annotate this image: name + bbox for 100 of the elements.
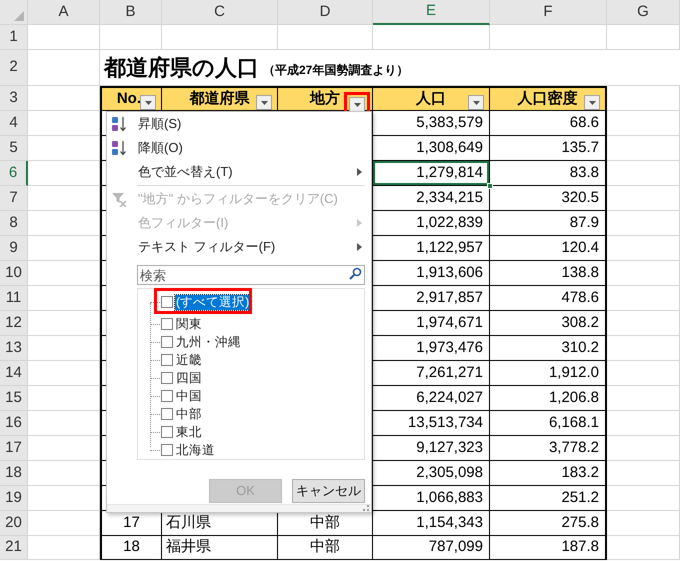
row-header[interactable]: 8 bbox=[0, 211, 28, 236]
table-cell[interactable]: 1,973,476 bbox=[373, 336, 490, 361]
grid-cell[interactable] bbox=[28, 236, 100, 261]
row-header[interactable]: 3 bbox=[0, 86, 28, 111]
grid-cell[interactable] bbox=[607, 161, 680, 186]
grid-cell[interactable] bbox=[28, 536, 100, 560]
grid-cell[interactable] bbox=[0, 0, 28, 25]
table-cell[interactable]: 251.2 bbox=[490, 486, 607, 511]
grid-cell[interactable] bbox=[28, 411, 100, 436]
row-header[interactable]: 11 bbox=[0, 286, 28, 311]
table-cell[interactable]: 1,308,649 bbox=[373, 136, 490, 161]
select-all-icon[interactable] bbox=[14, 11, 24, 21]
grid-cell[interactable] bbox=[162, 25, 278, 50]
grid-cell[interactable] bbox=[607, 136, 680, 161]
table-cell[interactable]: 308.2 bbox=[490, 311, 607, 336]
checkbox[interactable] bbox=[161, 372, 173, 384]
grid-cell[interactable] bbox=[607, 361, 680, 386]
grid-cell[interactable] bbox=[28, 286, 100, 311]
header-cell[interactable]: 都道府県 bbox=[162, 86, 278, 111]
resize-grip-icon[interactable] bbox=[363, 505, 369, 511]
menu-item[interactable]: テキスト フィルター(F) bbox=[107, 235, 371, 259]
checkbox[interactable] bbox=[161, 336, 173, 348]
grid-cell[interactable] bbox=[607, 461, 680, 486]
list-item[interactable]: 近畿 bbox=[175, 352, 203, 368]
row-header[interactable]: 18 bbox=[0, 461, 28, 486]
table-cell[interactable]: 18 bbox=[100, 536, 162, 560]
table-cell[interactable]: 1,154,343 bbox=[373, 511, 490, 536]
grid-cell[interactable] bbox=[28, 486, 100, 511]
table-cell[interactable]: 2,917,857 bbox=[373, 286, 490, 311]
table-cell[interactable]: 120.4 bbox=[490, 236, 607, 261]
grid-cell[interactable] bbox=[373, 25, 490, 50]
table-cell[interactable]: 183.2 bbox=[490, 461, 607, 486]
row-header[interactable]: 7 bbox=[0, 186, 28, 211]
table-cell[interactable]: 320.5 bbox=[490, 186, 607, 211]
checkbox[interactable] bbox=[161, 390, 173, 402]
grid-cell[interactable] bbox=[607, 86, 680, 111]
table-cell[interactable]: 83.8 bbox=[490, 161, 607, 186]
table-cell[interactable]: 310.2 bbox=[490, 336, 607, 361]
table-cell[interactable]: 1,022,839 bbox=[373, 211, 490, 236]
grid-cell[interactable] bbox=[28, 111, 100, 136]
header-cell[interactable]: 人口密度 bbox=[490, 86, 607, 111]
list-item[interactable]: 関東 bbox=[175, 316, 203, 332]
menu-item[interactable]: 色で並べ替え(T) bbox=[107, 160, 371, 184]
grid-cell[interactable] bbox=[28, 386, 100, 411]
table-cell[interactable]: 3,778.2 bbox=[490, 436, 607, 461]
grid-cell[interactable] bbox=[28, 136, 100, 161]
grid-cell[interactable] bbox=[607, 236, 680, 261]
header-cell[interactable]: 地方 bbox=[278, 86, 373, 111]
fill-handle[interactable] bbox=[487, 183, 493, 189]
table-cell[interactable]: 87.9 bbox=[490, 211, 607, 236]
table-cell[interactable]: 1,066,883 bbox=[373, 486, 490, 511]
row-header[interactable]: 12 bbox=[0, 311, 28, 336]
table-cell[interactable]: 2,334,215 bbox=[373, 186, 490, 211]
column-header[interactable]: F bbox=[490, 0, 607, 25]
list-item[interactable]: 中部 bbox=[175, 406, 203, 422]
table-cell[interactable]: 1,974,671 bbox=[373, 311, 490, 336]
grid-cell[interactable] bbox=[607, 511, 680, 536]
row-header[interactable]: 21 bbox=[0, 536, 28, 560]
row-header[interactable]: 13 bbox=[0, 336, 28, 361]
grid-cell[interactable] bbox=[28, 50, 100, 86]
checkbox[interactable] bbox=[161, 296, 173, 308]
cancel-button[interactable]: キャンセル bbox=[292, 479, 365, 503]
table-cell[interactable]: 13,513,734 bbox=[373, 411, 490, 436]
grid-cell[interactable] bbox=[607, 436, 680, 461]
table-cell[interactable]: 187.8 bbox=[490, 536, 607, 560]
header-cell[interactable]: No. bbox=[100, 86, 162, 111]
table-cell[interactable]: 1,913,606 bbox=[373, 261, 490, 286]
grid-cell[interactable] bbox=[607, 411, 680, 436]
row-header[interactable]: 17 bbox=[0, 436, 28, 461]
table-cell[interactable]: 6,224,027 bbox=[373, 386, 490, 411]
filter-dropdown-button[interactable] bbox=[584, 95, 600, 110]
row-header[interactable]: 19 bbox=[0, 486, 28, 511]
list-item[interactable]: 北海道 bbox=[175, 442, 216, 458]
grid-cell[interactable] bbox=[28, 436, 100, 461]
table-cell[interactable]: 中部 bbox=[278, 536, 373, 560]
grid-cell[interactable] bbox=[607, 486, 680, 511]
list-item[interactable]: 中国 bbox=[175, 388, 203, 404]
table-cell[interactable]: 9,127,323 bbox=[373, 436, 490, 461]
row-header[interactable]: 16 bbox=[0, 411, 28, 436]
grid-cell[interactable] bbox=[28, 161, 100, 186]
row-header[interactable]: 10 bbox=[0, 261, 28, 286]
table-cell[interactable]: 68.6 bbox=[490, 111, 607, 136]
table-cell[interactable]: 135.7 bbox=[490, 136, 607, 161]
header-cell[interactable]: 人口 bbox=[373, 86, 490, 111]
table-cell[interactable]: 福井県 bbox=[162, 536, 278, 560]
grid-cell[interactable] bbox=[490, 25, 607, 50]
table-cell[interactable]: 1,122,957 bbox=[373, 236, 490, 261]
grid-cell[interactable] bbox=[607, 536, 680, 560]
row-header[interactable]: 2 bbox=[0, 50, 28, 86]
search-field[interactable]: 検索 bbox=[137, 265, 365, 285]
grid-cell[interactable] bbox=[607, 25, 680, 50]
grid-cell[interactable] bbox=[607, 111, 680, 136]
table-cell[interactable]: 6,168.1 bbox=[490, 411, 607, 436]
menu-item[interactable]: 降順(O) bbox=[107, 136, 371, 160]
filter-dropdown-button[interactable] bbox=[468, 95, 484, 110]
checkbox[interactable] bbox=[161, 426, 173, 438]
selected-cell[interactable]: 1,279,814 bbox=[373, 161, 490, 186]
checkbox[interactable] bbox=[161, 408, 173, 420]
column-header[interactable]: C bbox=[162, 0, 278, 25]
menu-item[interactable]: 昇順(S) bbox=[107, 112, 371, 136]
